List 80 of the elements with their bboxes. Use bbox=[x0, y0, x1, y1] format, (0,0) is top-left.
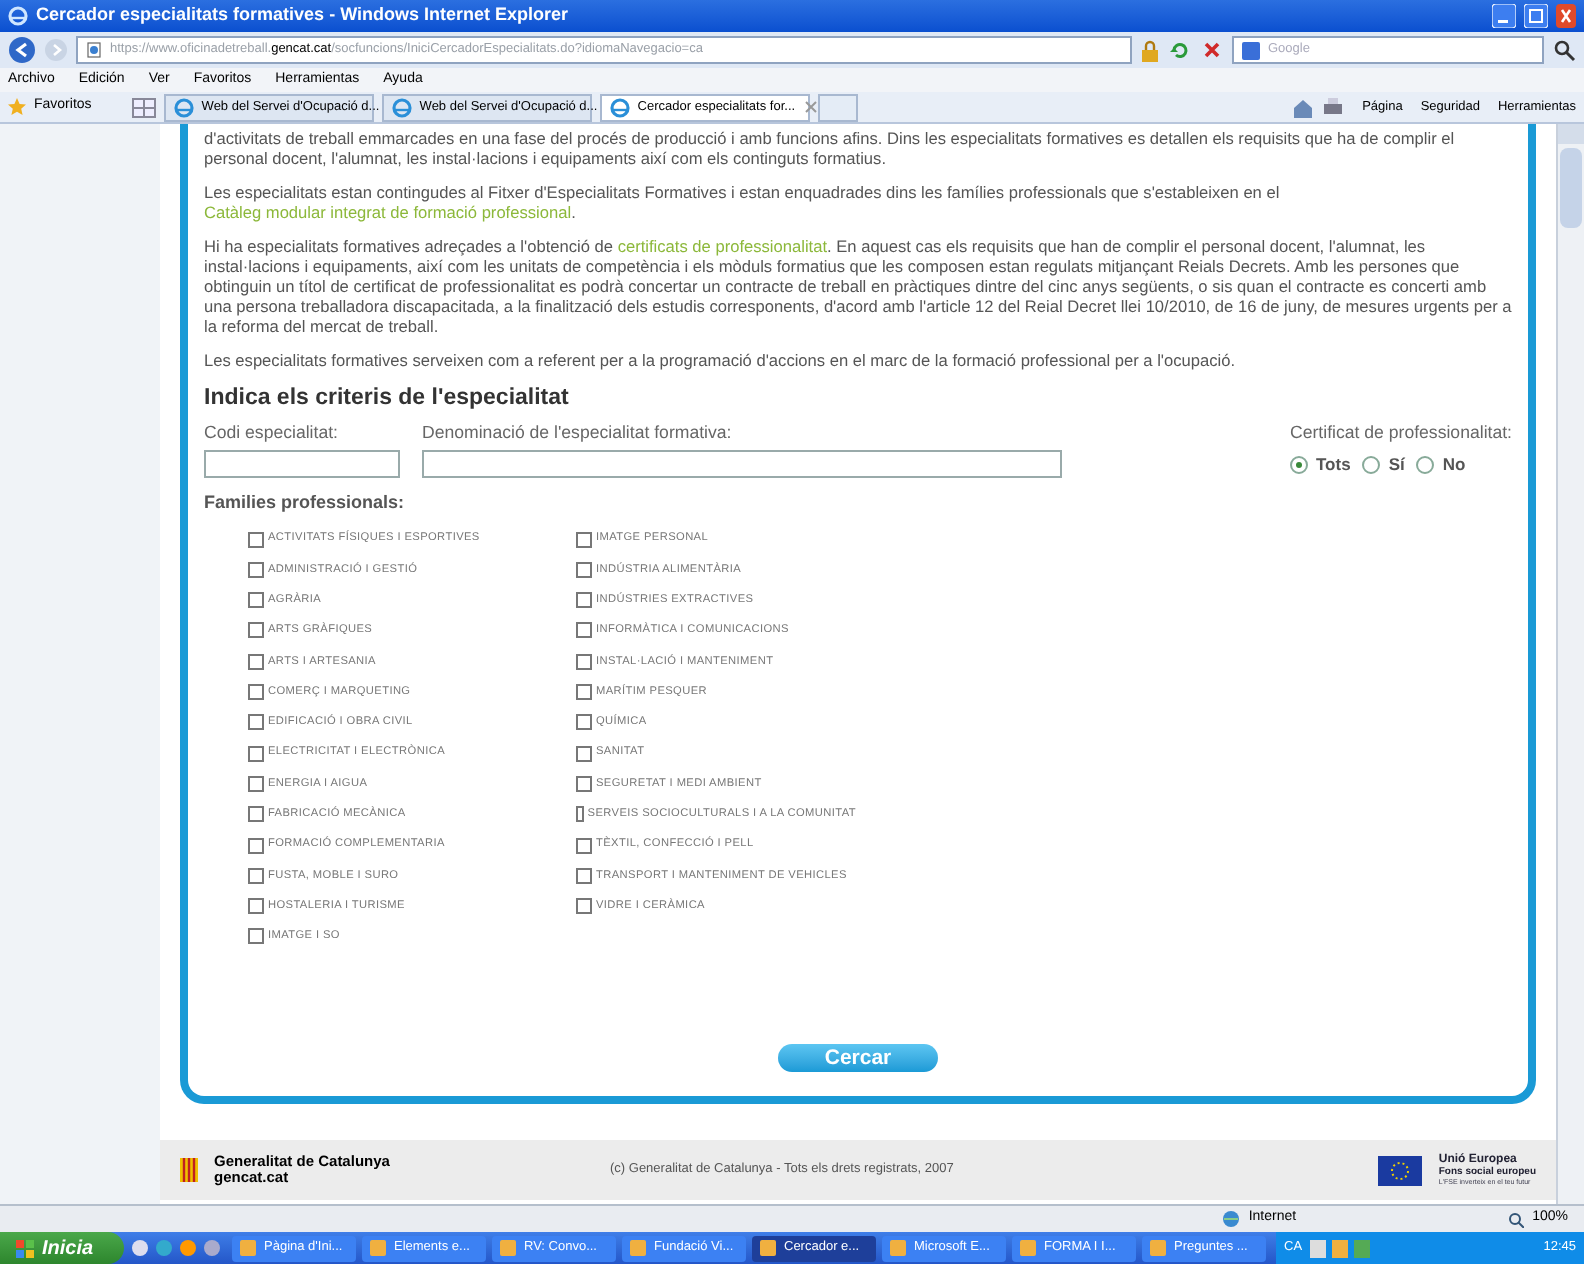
checkbox[interactable] bbox=[248, 806, 264, 823]
quick-launch-icon[interactable] bbox=[130, 1238, 226, 1258]
radio-label: No bbox=[1442, 452, 1466, 479]
checkbox[interactable] bbox=[576, 806, 584, 823]
app-icon bbox=[370, 1240, 386, 1256]
checkbox[interactable] bbox=[576, 867, 592, 884]
close-icon[interactable] bbox=[1556, 4, 1576, 28]
checkbox[interactable] bbox=[576, 531, 592, 548]
app-icon bbox=[760, 1240, 776, 1256]
start-button[interactable]: Inicia bbox=[0, 1232, 124, 1264]
checkbox[interactable] bbox=[576, 622, 592, 639]
code-field[interactable] bbox=[204, 450, 400, 479]
app-icon bbox=[1150, 1240, 1166, 1256]
maximize-icon[interactable] bbox=[1524, 4, 1548, 28]
checkbox[interactable] bbox=[248, 837, 264, 854]
minimize-icon[interactable] bbox=[1492, 4, 1516, 28]
search-engine-icon bbox=[1242, 41, 1260, 59]
radio-label: Tots bbox=[1316, 452, 1351, 479]
checkbox[interactable] bbox=[248, 775, 264, 792]
star-icon bbox=[8, 98, 26, 116]
paragraph: Hi ha especialitats formatives adreçades a l'obtenció de certificats de professionalitat. En aquest cas els requisits que han de complir el personal docent, l'alumnat, les instal·lacions i equipaments, així com les unitats de competència i els mòduls formatius que les composen estan regulats mitjançant Reials Decrets. Amb les persones que obtinguin un títol de certificat de professionalitat es podrà concertar un contracte de treball en pràctiques dintre del cinc anys següents, o sis quan el contracte es concerti amb una persona treballadora discapacitada, a la finalització dels estudis corresponents, d'acord amb l'article 12 del Reial Decret llei 10/2010, de 16 de juny, de mesures urgents per a la reforma del mercat de treball. bbox=[204, 236, 1512, 336]
checkbox[interactable] bbox=[576, 898, 592, 915]
field-label: Denominació de l'especialitat formativa: bbox=[422, 420, 734, 447]
radio-button[interactable] bbox=[1416, 456, 1435, 475]
section-heading: Indica els criteris de l'especialitat bbox=[204, 384, 571, 414]
app-icon bbox=[1020, 1240, 1036, 1256]
field-label: Certificat de professionalitat: bbox=[1290, 420, 1512, 447]
back-icon[interactable] bbox=[8, 36, 36, 64]
app-icon bbox=[240, 1240, 256, 1256]
checkbox[interactable] bbox=[576, 745, 592, 762]
eu-flag-icon bbox=[1378, 1155, 1423, 1185]
windows-logo-icon bbox=[16, 1239, 34, 1257]
checkbox[interactable] bbox=[248, 684, 264, 701]
paragraph: d'activitats de treball emmarcades en una fase del procés de producció i amb funcions afins. Dins les especialitats formatives es detallen els requisits que ha de complir el personal docent, l'alumnat, les instal·lacions i equipaments així com els continguts formatius. bbox=[204, 128, 1457, 168]
paragraph: Les especialitats estan contingudes al Fitxer d'Especialitats Formatives i estan enquadrades dins les famílies professionals que s'estableixen en el Catàleg modular integrat de formació professional. bbox=[204, 182, 1282, 222]
search-icon[interactable] bbox=[1552, 38, 1576, 62]
checkbox[interactable] bbox=[576, 592, 592, 609]
browser-icon bbox=[609, 97, 630, 117]
radio-button[interactable] bbox=[1290, 456, 1308, 475]
field-label: Codi especialitat: bbox=[204, 420, 340, 447]
checkbox[interactable] bbox=[248, 561, 264, 578]
app-icon bbox=[630, 1240, 646, 1256]
checkbox[interactable] bbox=[576, 561, 592, 578]
radio-label: Sí bbox=[1388, 452, 1405, 479]
page-icon bbox=[86, 42, 102, 58]
browser-icon bbox=[173, 97, 194, 117]
checkbox[interactable] bbox=[248, 653, 264, 670]
checkbox[interactable] bbox=[248, 714, 264, 731]
radio-button[interactable] bbox=[1362, 456, 1381, 475]
close-icon[interactable] bbox=[803, 100, 818, 114]
print-icon[interactable] bbox=[1322, 97, 1345, 117]
checkbox[interactable] bbox=[576, 684, 592, 701]
checkbox[interactable] bbox=[576, 775, 592, 792]
lock-icon bbox=[1140, 39, 1160, 61]
refresh-icon[interactable] bbox=[1168, 38, 1192, 62]
checkbox[interactable] bbox=[248, 928, 264, 945]
name-field[interactable] bbox=[422, 450, 1062, 479]
field-label: Families professionals: bbox=[204, 490, 407, 517]
window-title: Cercador especialitats formatives - Windows Internet Explorer bbox=[36, 2, 570, 29]
checkbox[interactable] bbox=[576, 714, 592, 731]
browser-icon bbox=[391, 97, 412, 117]
checkbox[interactable] bbox=[248, 745, 264, 762]
app-icon bbox=[890, 1240, 906, 1256]
home-icon[interactable] bbox=[1292, 97, 1315, 117]
checkbox[interactable] bbox=[248, 867, 264, 884]
checkbox[interactable] bbox=[576, 653, 592, 670]
checkbox[interactable] bbox=[248, 622, 264, 639]
checkbox[interactable] bbox=[248, 531, 264, 548]
stop-icon[interactable] bbox=[1200, 38, 1224, 62]
browser-icon bbox=[8, 6, 28, 26]
checkbox[interactable] bbox=[248, 898, 264, 915]
scrollbar[interactable] bbox=[1556, 124, 1584, 1204]
app-icon bbox=[500, 1240, 516, 1256]
zoom-icon bbox=[1508, 1211, 1525, 1227]
tab-grid-icon[interactable] bbox=[131, 97, 156, 117]
checkbox[interactable] bbox=[576, 837, 592, 854]
checkbox[interactable] bbox=[248, 592, 264, 609]
globe-icon bbox=[1222, 1210, 1241, 1228]
flag-icon bbox=[180, 1158, 198, 1182]
paragraph: Les especialitats formatives serveixen com a referent per a la programació d'accions en el marc de la formació professional per a l'ocupació. bbox=[204, 350, 1238, 370]
